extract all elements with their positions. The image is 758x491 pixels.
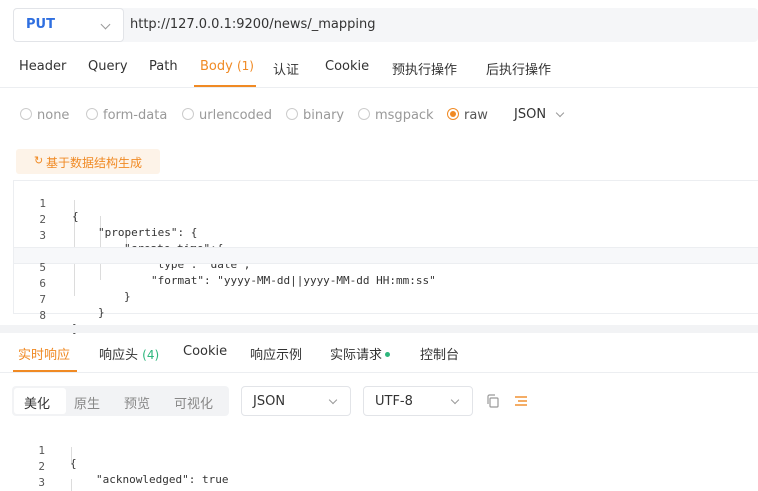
code-line: 3 "create_time":{ — [14, 216, 758, 255]
encoding-select[interactable]: UTF-8 — [363, 386, 473, 416]
tab-header[interactable]: Header — [19, 59, 66, 74]
raw-format-select[interactable]: JSON — [514, 107, 546, 122]
section-divider — [0, 325, 758, 333]
tab-post-actions[interactable]: 后执行操作 — [486, 59, 551, 78]
code-line: 4 "type": "date", — [14, 232, 758, 271]
view-visualize[interactable]: 可视化 — [174, 393, 213, 412]
url-input[interactable]: http://127.0.0.1:9200/news/_mapping — [130, 17, 375, 32]
view-pretty[interactable]: 美化 — [24, 393, 50, 412]
tab-query[interactable]: Query — [88, 59, 128, 74]
tab-response-example[interactable]: 响应示例 — [250, 344, 302, 363]
code-line: 1 { — [13, 431, 758, 470]
tab-response-headers[interactable]: 响应头 (4) — [99, 344, 159, 363]
code-line: 6 } — [14, 264, 758, 303]
line-number: 8 — [39, 309, 46, 322]
code-line-current: 5 "format": "yyyy-MM-dd||yyyy-MM-dd HH:m… — [14, 247, 758, 287]
code-line: 2 "properties": { — [14, 200, 758, 239]
request-tabs: Header Query Path Body (1) 认证 Cookie 预执行… — [0, 48, 758, 88]
radio-none[interactable]: none — [20, 108, 69, 123]
chevron-down-icon — [100, 19, 111, 30]
code-line: 7 } — [14, 280, 758, 319]
tab-actual-request[interactable]: 实际请求 — [330, 344, 391, 363]
radio-raw[interactable]: raw — [447, 108, 488, 123]
radio-form-data[interactable]: form-data — [86, 108, 167, 123]
response-format-value: JSON — [253, 394, 286, 409]
line-number: 3 — [38, 476, 45, 489]
headers-count: (4) — [142, 348, 160, 362]
chevron-down-icon — [450, 395, 460, 405]
code-line: 1 { — [14, 184, 758, 223]
tab-path[interactable]: Path — [149, 59, 178, 74]
status-dot-icon — [385, 352, 391, 357]
view-mode-segment: 美化 原生 预览 可视化 — [12, 386, 229, 416]
radio-circle-icon — [358, 108, 370, 120]
view-preview[interactable]: 预览 — [124, 393, 150, 412]
tab-live-response[interactable]: 实时响应 — [18, 344, 70, 363]
method-value: PUT — [26, 17, 55, 32]
tab-console[interactable]: 控制台 — [420, 344, 459, 363]
code-line: 8 } — [14, 296, 758, 335]
active-tab-indicator — [13, 370, 77, 372]
tab-body[interactable]: Body (1) — [200, 59, 254, 74]
format-lines-icon[interactable] — [513, 393, 529, 409]
copy-icon[interactable] — [485, 393, 501, 409]
refresh-icon: ↻ — [34, 154, 44, 167]
generate-from-schema-button[interactable]: ↻ 基于数据结构生成 — [16, 149, 160, 174]
code-line: 2 "acknowledged": true — [13, 447, 758, 486]
encoding-value: UTF-8 — [375, 394, 413, 409]
radio-circle-icon — [86, 108, 98, 120]
url-bar: PUT http://127.0.0.1:9200/news/_mapping — [13, 8, 758, 42]
code-line: 3 } — [13, 463, 758, 491]
tab-cookie[interactable]: Cookie — [325, 59, 369, 74]
view-raw[interactable]: 原生 — [74, 393, 100, 412]
radio-checked-icon — [447, 108, 459, 120]
radio-msgpack[interactable]: msgpack — [358, 108, 434, 123]
radio-circle-icon — [286, 108, 298, 120]
radio-binary[interactable]: binary — [286, 108, 344, 123]
generate-label: 基于数据结构生成 — [46, 156, 143, 170]
radio-urlencoded[interactable]: urlencoded — [182, 108, 272, 123]
tab-pre-actions[interactable]: 预执行操作 — [392, 59, 457, 78]
radio-circle-icon — [182, 108, 194, 120]
request-body-editor[interactable]: 1 { 2 "properties": { 3 "create_time":{ … — [13, 180, 758, 335]
method-select[interactable]: PUT — [13, 8, 124, 42]
radio-circle-icon — [20, 108, 32, 120]
response-format-select[interactable]: JSON — [241, 386, 351, 416]
body-type-group: none form-data urlencoded binary msgpack… — [0, 102, 758, 130]
chevron-down-icon — [328, 395, 338, 405]
response-body-viewer[interactable]: 1 { 2 "acknowledged": true 3 } — [13, 428, 758, 491]
response-tabs: 实时响应 响应头 (4) Cookie 响应示例 实际请求 控制台 — [0, 333, 758, 373]
active-tab-indicator — [194, 85, 256, 87]
tab-response-cookie[interactable]: Cookie — [183, 344, 227, 359]
tab-auth[interactable]: 认证 — [273, 59, 299, 78]
tab-body-count: (1) — [236, 59, 254, 73]
